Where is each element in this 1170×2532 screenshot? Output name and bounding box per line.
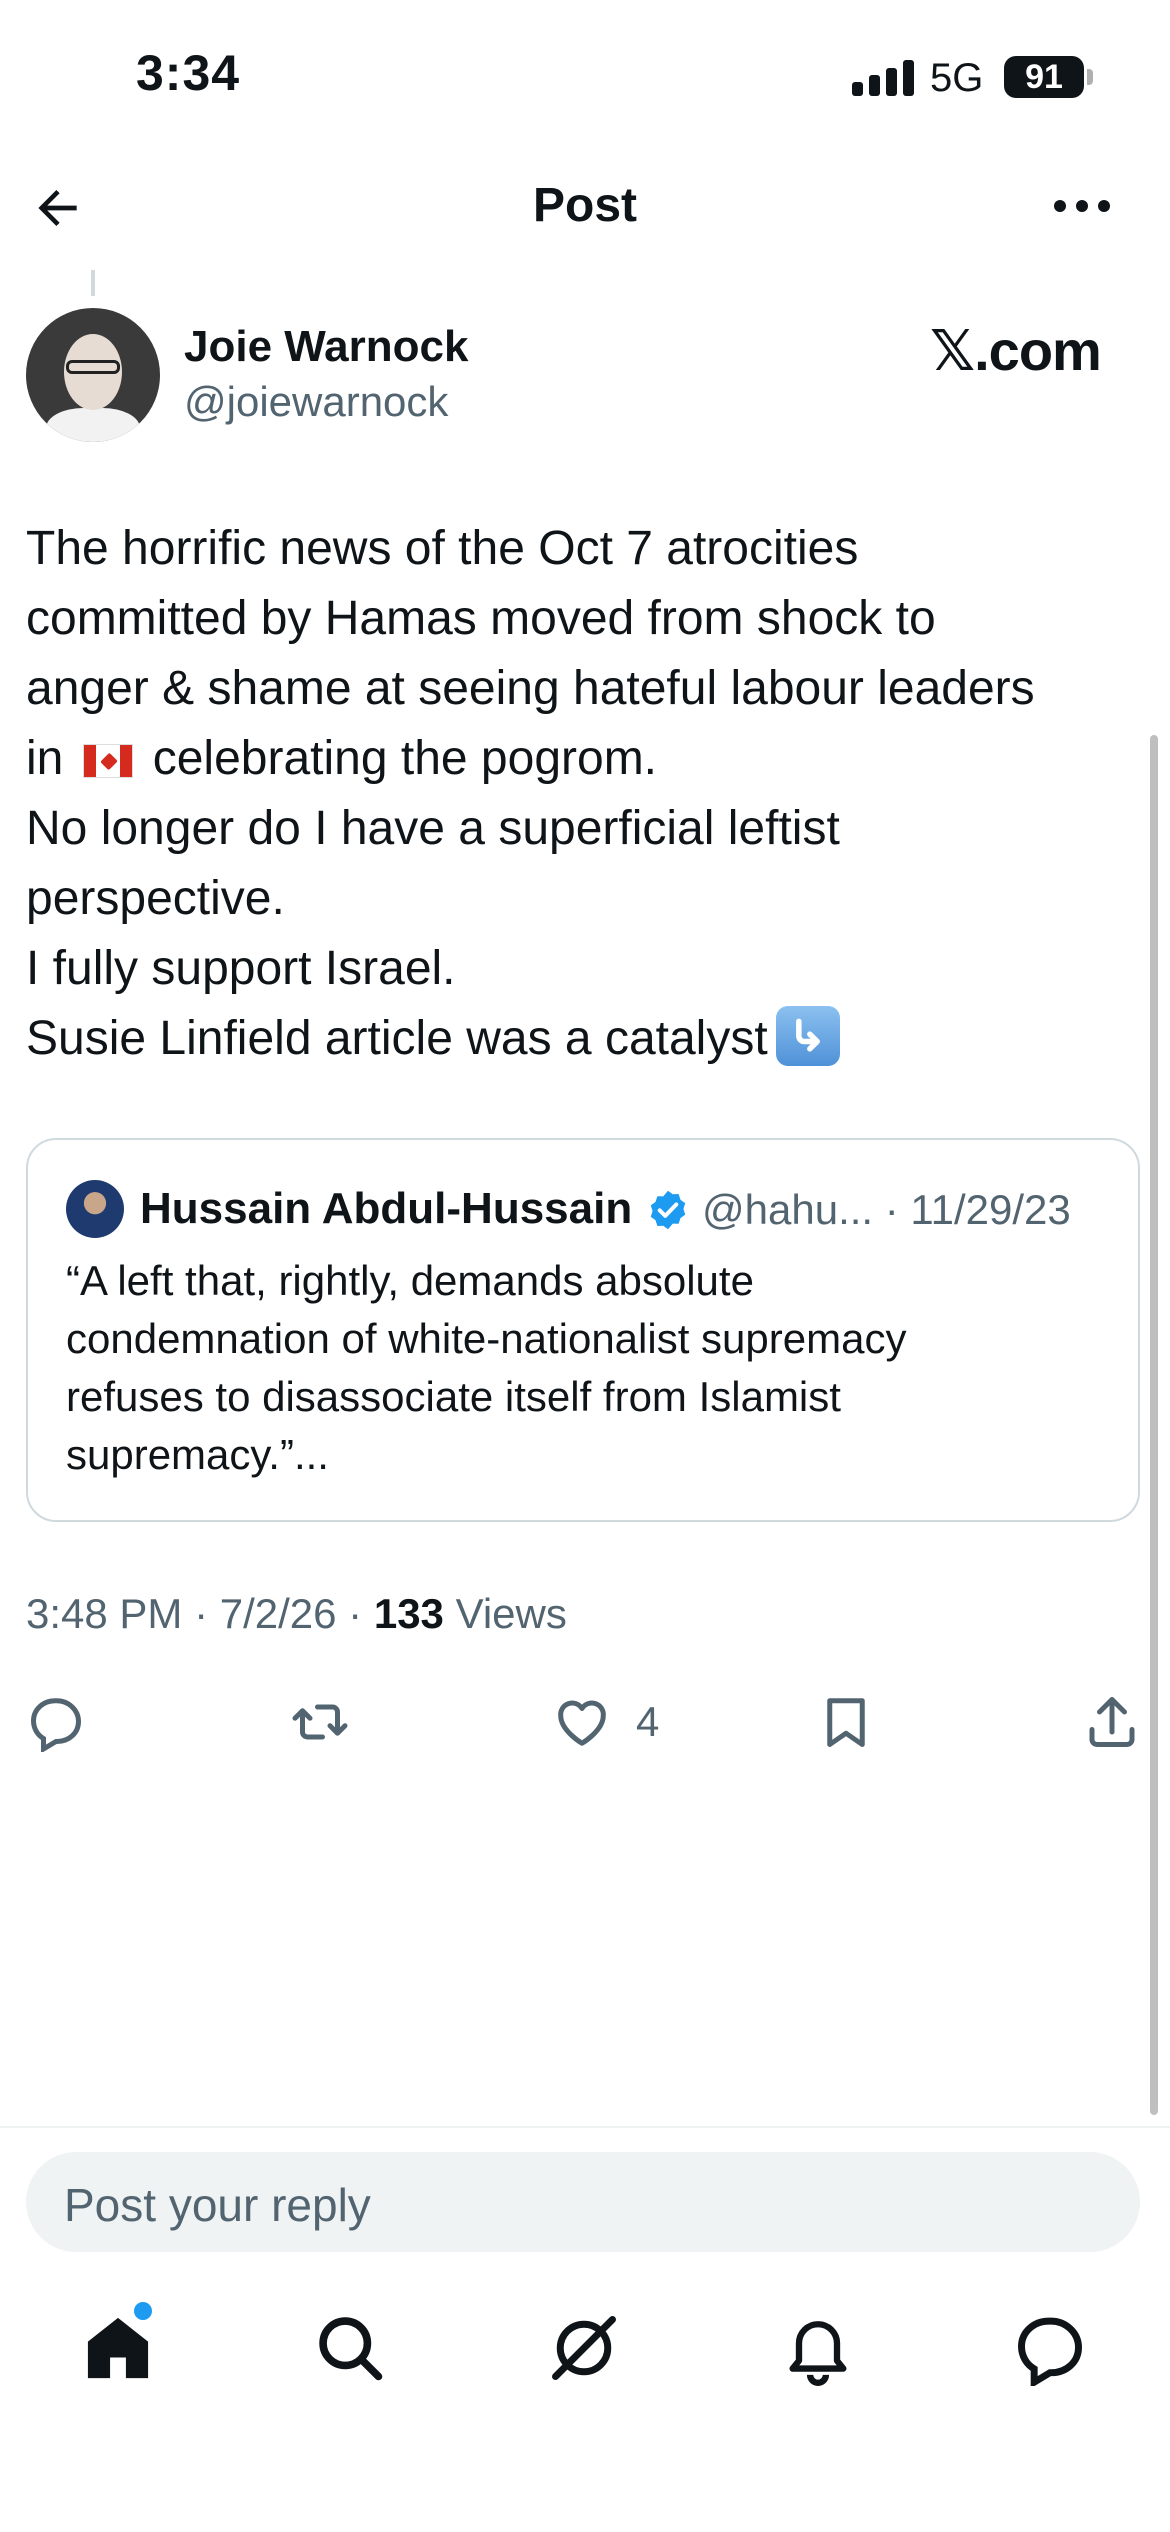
- quoted-author-avatar: [66, 1180, 124, 1238]
- quoted-author-name: Hussain Abdul-Hussain: [140, 1184, 633, 1233]
- grok-icon[interactable]: [546, 2310, 622, 2386]
- post-text-line: The horrific news of the Oct 7 atrocitie…: [26, 522, 859, 575]
- post-text-fragment: Susie Linfield article was a catalyst: [26, 1012, 768, 1065]
- post-meta: 3:48 PM · 7/2/26 · 133 Views: [26, 1590, 567, 1638]
- post-text-line: No longer do I have a superficial leftis…: [26, 802, 840, 855]
- post-text-line: perspective.: [26, 872, 285, 925]
- quoted-post-card[interactable]: Hussain Abdul-Hussain @hahu... · 11/29/2…: [26, 1138, 1140, 1522]
- post-text-in: in: [26, 732, 64, 785]
- divider: [0, 2126, 1170, 2128]
- battery-nub: [1087, 69, 1093, 85]
- views-label: Views: [443, 1590, 567, 1637]
- views-count[interactable]: 133: [374, 1590, 444, 1637]
- page-title: Post: [532, 179, 637, 232]
- quoted-author-handle: @hahu... · 11/29/23: [702, 1186, 1071, 1233]
- post-text: The horrific news of the Oct 7 atrocitie…: [26, 514, 1136, 1074]
- like-button[interactable]: 4: [552, 1690, 659, 1754]
- messages-icon[interactable]: [1012, 2310, 1088, 2386]
- quoted-text-line: refuses to disassociate itself from Isla…: [66, 1373, 841, 1420]
- arrow-down-right-icon: [775, 1006, 840, 1066]
- signal-icon: [852, 60, 914, 96]
- bookmark-button[interactable]: [816, 1690, 876, 1754]
- quoted-text-line: “A left that, rightly, demands absolute: [66, 1257, 754, 1304]
- post-text-line: anger & shame at seeing hateful labour l…: [26, 662, 1035, 715]
- status-time: 3:34: [136, 45, 241, 101]
- share-button[interactable]: [1082, 1690, 1142, 1754]
- notifications-bell-icon[interactable]: [780, 2310, 856, 2386]
- network-label: 5G: [930, 56, 984, 100]
- post-text-line-with-flag: in celebrating the pogrom.: [26, 724, 1136, 794]
- x-com-badge: 𝕏.com: [930, 319, 1102, 382]
- more-options-icon[interactable]: [1052, 196, 1112, 216]
- quoted-text-line: supremacy.”...: [66, 1431, 329, 1478]
- repost-icon: [292, 1704, 348, 1740]
- header: Post: [0, 150, 1170, 260]
- share-icon: [1089, 1697, 1135, 1747]
- post-text-fragment: celebrating the pogrom.: [152, 732, 658, 785]
- author-name[interactable]: Joie Warnock: [184, 322, 468, 372]
- battery-icon: 91: [1004, 56, 1084, 98]
- author-avatar[interactable]: [26, 308, 160, 442]
- reply-placeholder: Post your reply: [64, 2179, 371, 2231]
- post-text-line: I fully support Israel.: [26, 942, 456, 995]
- scrollbar[interactable]: [1150, 735, 1158, 2115]
- canada-flag-icon: [82, 744, 133, 778]
- thread-connector: [91, 270, 95, 296]
- status-bar: 3:34 5G 91: [0, 0, 1170, 150]
- bottom-nav: [0, 2300, 1170, 2420]
- home-icon[interactable]: [80, 2310, 156, 2386]
- search-icon[interactable]: [312, 2310, 388, 2386]
- post-text-line: committed by Hamas moved from shock to: [26, 592, 936, 645]
- reply-button[interactable]: [26, 1690, 86, 1754]
- reply-input[interactable]: Post your reply: [26, 2152, 1140, 2252]
- home-notification-dot: [134, 2302, 152, 2320]
- post-text-line-with-emoji: Susie Linfield article was a catalyst: [26, 1004, 1136, 1074]
- reply-icon: [30, 1698, 82, 1752]
- like-count: 4: [636, 1698, 660, 1745]
- quoted-text-line: condemnation of white-nationalist suprem…: [66, 1315, 907, 1362]
- heart-icon: [558, 1700, 606, 1746]
- quoted-post-text: “A left that, rightly, demands absolute …: [66, 1252, 1106, 1484]
- author-handle[interactable]: @joiewarnock: [184, 378, 448, 426]
- post-actions: 4: [0, 1690, 1170, 1760]
- post-timestamp: 3:48 PM · 7/2/26 ·: [26, 1590, 374, 1637]
- repost-button[interactable]: [290, 1690, 350, 1754]
- bookmark-icon: [827, 1698, 865, 1747]
- verified-badge-icon: [650, 1190, 686, 1230]
